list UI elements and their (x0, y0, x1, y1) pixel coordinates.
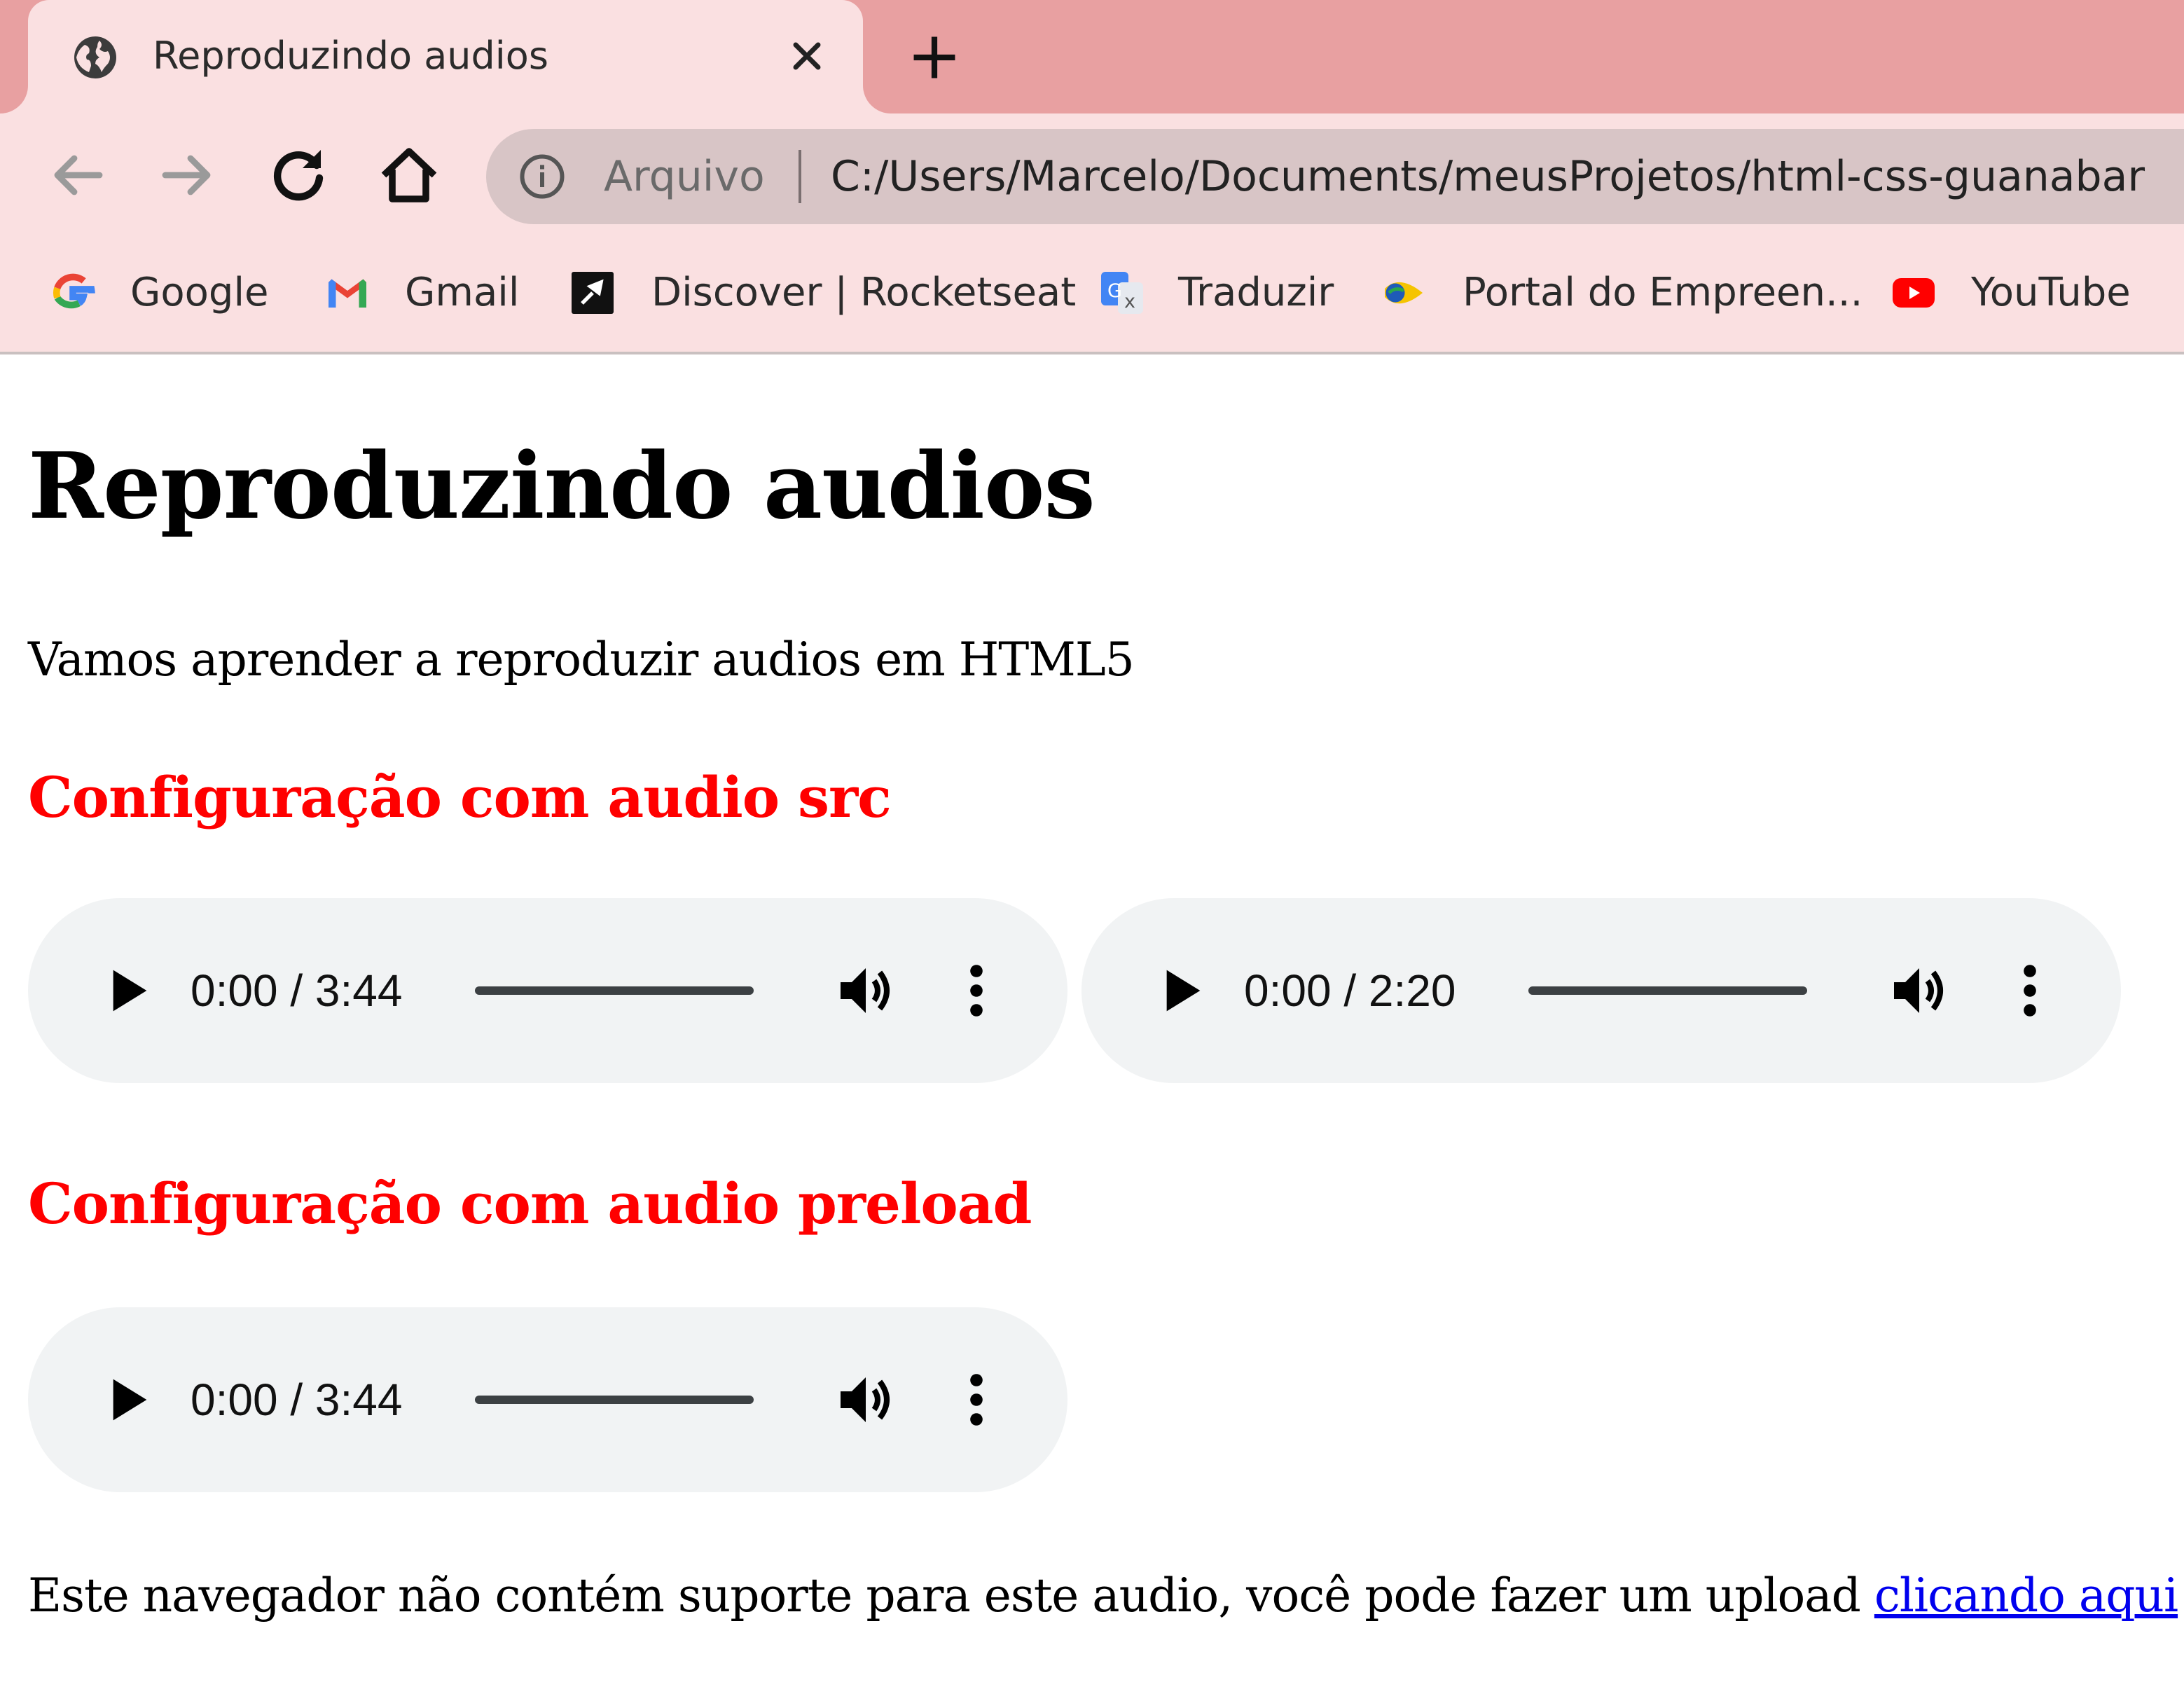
audio-player[interactable]: 0:00 / 3:44 (28, 898, 1067, 1083)
progress-slider[interactable] (475, 1396, 754, 1404)
audio-time: 0:00 / 2:20 (1244, 965, 1456, 1016)
site-info-label[interactable]: Arquivo (604, 146, 765, 207)
back-arrow-icon[interactable] (43, 142, 111, 209)
bookmark-traduzir[interactable]: G x Traduzir (1097, 259, 1335, 326)
fallback-paragraph: Este navegador não contém suporte para e… (28, 1565, 2178, 1627)
bookmark-label: Discover | Rocketseat (651, 270, 1077, 315)
bookmark-label: Gmail (405, 270, 520, 315)
youtube-icon (1893, 278, 1935, 308)
browser-toolbar: Arquivo C:/Users/Marcelo/Documents/meusP… (0, 113, 2184, 240)
tab-curve (863, 85, 891, 113)
more-options-icon[interactable] (951, 1366, 1002, 1433)
intro-paragraph: Vamos aprender a reproduzir audios em HT… (28, 633, 1135, 687)
tab-strip: Reproduzindo audios (0, 0, 2184, 113)
bookmarks-bar: Google Gmail Discover | Rocketseat G x T… (0, 240, 2184, 354)
play-icon[interactable] (95, 960, 157, 1021)
home-icon[interactable] (375, 142, 443, 209)
audio-player[interactable]: 0:00 / 2:20 (1081, 898, 2121, 1083)
page-content: Reproduzindo audios Vamos aprender a rep… (0, 354, 2184, 1701)
reload-icon[interactable] (265, 142, 332, 209)
gmail-icon (329, 279, 366, 308)
tab-title: Reproduzindo audios (153, 34, 548, 78)
new-tab-icon[interactable] (908, 31, 961, 84)
svg-text:G: G (1107, 280, 1122, 302)
bookmark-label: Traduzir (1178, 270, 1334, 315)
volume-icon[interactable] (832, 1366, 899, 1433)
info-icon[interactable] (517, 151, 567, 202)
bookmark-rocketseat[interactable]: Discover | Rocketseat (567, 259, 1076, 326)
page-title: Reproduzindo audios (28, 432, 1096, 539)
omnibox-divider (799, 150, 801, 203)
tab-curve (0, 85, 28, 113)
volume-icon[interactable] (1886, 957, 1953, 1024)
more-options-icon[interactable] (951, 957, 1002, 1024)
bookmark-portal[interactable]: Portal do Empreen... (1378, 259, 1862, 326)
audio-time: 0:00 / 3:44 (191, 965, 403, 1016)
rocketseat-icon (572, 272, 614, 314)
play-icon[interactable] (1149, 960, 1210, 1021)
progress-slider[interactable] (475, 986, 754, 995)
forward-arrow-icon[interactable] (154, 142, 221, 209)
address-bar[interactable]: Arquivo C:/Users/Marcelo/Documents/meusP… (486, 129, 2184, 224)
translate-icon: G x (1101, 272, 1143, 314)
audio-player[interactable]: 0:00 / 3:44 (28, 1307, 1067, 1492)
play-icon[interactable] (95, 1369, 157, 1431)
section-heading-preload: Configuração com audio preload (28, 1171, 1032, 1237)
bookmark-label: YouTube (1971, 270, 2131, 315)
upload-link[interactable]: clicando aqui (1874, 1569, 2178, 1623)
progress-slider[interactable] (1528, 986, 1807, 995)
bookmark-gmail[interactable]: Gmail (322, 259, 525, 326)
more-options-icon[interactable] (2005, 957, 2055, 1024)
portal-icon (1385, 282, 1423, 304)
section-heading-src: Configuração com audio src (28, 764, 892, 830)
fallback-text: Este navegador não contém suporte para e… (28, 1569, 1874, 1623)
bookmark-label: Portal do Empreen... (1463, 270, 1863, 315)
audio-time: 0:00 / 3:44 (191, 1375, 403, 1425)
bookmark-google[interactable]: Google (48, 259, 272, 326)
bookmark-label: Google (130, 270, 269, 315)
svg-text:x: x (1124, 291, 1135, 312)
bookmark-youtube[interactable]: YouTube (1888, 259, 2141, 326)
globe-icon (74, 36, 116, 78)
browser-tab[interactable]: Reproduzindo audios (28, 0, 863, 113)
close-icon[interactable] (785, 34, 829, 78)
google-icon (53, 273, 95, 309)
volume-icon[interactable] (832, 957, 899, 1024)
url-text[interactable]: C:/Users/Marcelo/Documents/meusProjetos/… (831, 146, 2145, 207)
